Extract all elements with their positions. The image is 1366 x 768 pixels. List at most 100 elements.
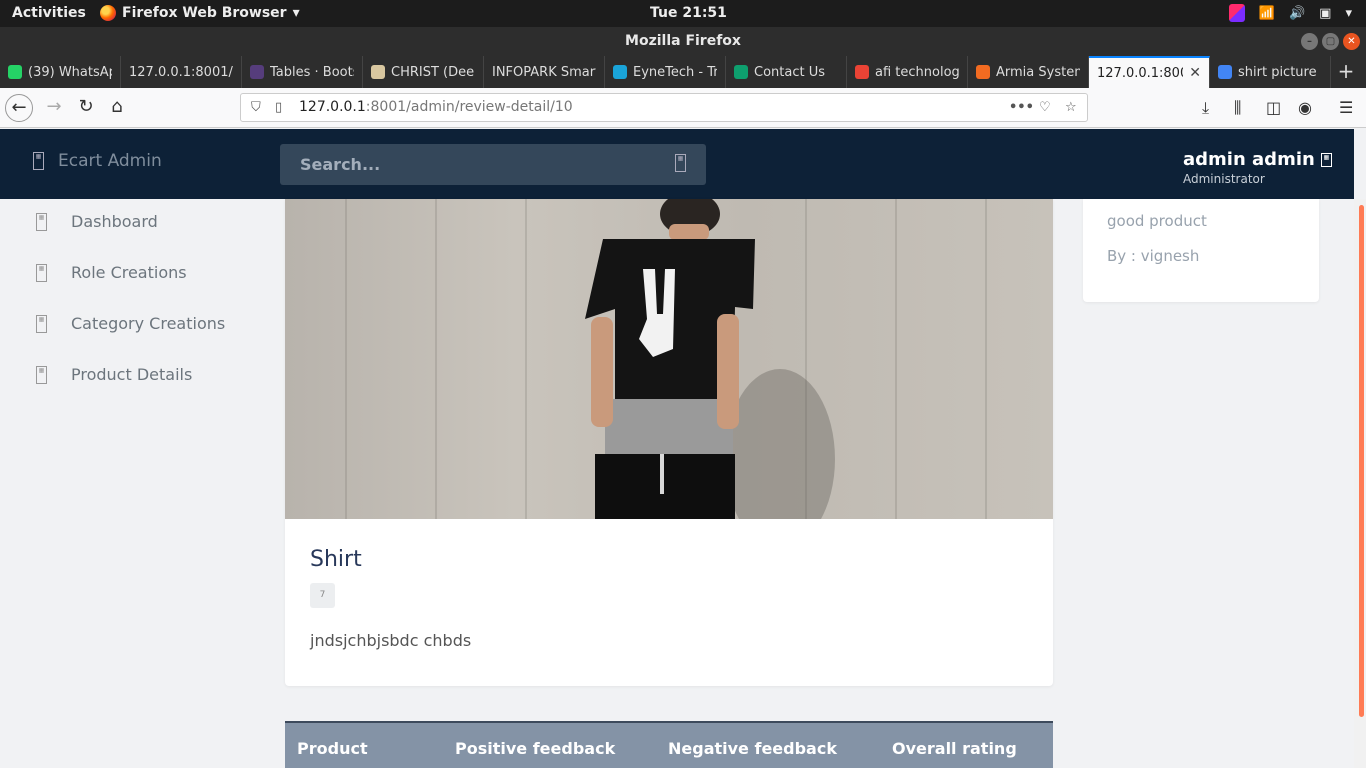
browser-tab[interactable]: Tables · Boots: [242, 56, 363, 88]
firefox-icon: [100, 5, 116, 21]
tab-title: EyneTech - Tr: [633, 64, 717, 80]
home-button[interactable]: ⌂: [103, 94, 131, 122]
tab-title: INFOPARK Smart: [492, 64, 596, 80]
column-header-product: Product: [297, 739, 368, 758]
close-window-button[interactable]: ✕: [1343, 33, 1360, 50]
sidebar-item-label: Dashboard: [71, 212, 158, 231]
brand[interactable]: ▦ Ecart Admin: [33, 151, 162, 171]
tab-favicon-icon: [734, 65, 748, 79]
tab-title: 127.0.0.1:8001/a: [129, 64, 233, 80]
role-icon: ▦: [36, 263, 47, 282]
app-header: ▦ Ecart Admin Search... ▦ admin admin ▦ A…: [0, 129, 1354, 199]
tab-favicon-icon: [250, 65, 264, 79]
dashboard-icon: ▦: [36, 212, 47, 231]
category-icon: ▦: [36, 314, 47, 333]
sidebar-item-category-creations[interactable]: ▦ Category Creations: [36, 314, 225, 333]
maximize-button[interactable]: ▢: [1322, 33, 1339, 50]
tab-title: (39) WhatsAp: [28, 64, 112, 80]
clock[interactable]: Tue 21:51: [650, 5, 727, 21]
tab-title: CHRIST (Deem: [391, 64, 475, 80]
user-role: Administrator: [1183, 172, 1265, 186]
user-name: admin admin: [1183, 149, 1315, 170]
tab-favicon-icon: [855, 65, 869, 79]
app-menu-label: Firefox Web Browser: [122, 5, 287, 21]
product-description: jndsjchbjsbdc chbds: [310, 631, 472, 650]
user-dropdown-icon[interactable]: ▦: [1320, 152, 1332, 167]
account-icon[interactable]: ◉: [1298, 98, 1312, 117]
sidebar: ▦ Dashboard ▦ Role Creations ▦ Category …: [0, 199, 270, 768]
tab-title: Tables · Boots: [270, 64, 354, 80]
tab-favicon-icon: [371, 65, 385, 79]
brand-logo-icon: ▦: [33, 152, 44, 170]
tracking-shield-icon[interactable]: ⛉: [251, 94, 261, 121]
browser-tab[interactable]: Contact Us: [726, 56, 847, 88]
column-header-positive-feedback: Positive feedback: [455, 739, 616, 758]
pocket-icon[interactable]: ♡: [1039, 94, 1051, 121]
scrollbar-thumb[interactable]: [1359, 205, 1364, 717]
browser-tab[interactable]: CHRIST (Deem: [363, 56, 484, 88]
library-icon[interactable]: ⫼: [1234, 98, 1241, 118]
browser-tab[interactable]: 127.0.0.1:8001/a: [121, 56, 242, 88]
system-top-bar: Activities Firefox Web Browser ▾ Tue 21:…: [0, 0, 1366, 27]
product-image: [285, 199, 1053, 519]
brand-label: Ecart Admin: [58, 151, 162, 171]
sidebar-item-label: Product Details: [71, 365, 193, 384]
app-indicator-icon[interactable]: [1228, 4, 1245, 22]
search-placeholder: Search...: [300, 155, 381, 174]
window-title: Mozilla Firefox: [625, 33, 741, 49]
product-icon: ▦: [36, 365, 47, 384]
sidebar-item-dashboard[interactable]: ▦ Dashboard: [36, 212, 158, 231]
product-title: Shirt: [310, 547, 362, 572]
forward-button[interactable]: →: [40, 94, 68, 122]
back-button[interactable]: ←: [5, 94, 33, 122]
chevron-down-icon: ▾: [292, 5, 300, 21]
review-author: By : vignesh: [1107, 247, 1200, 265]
bookmark-star-icon[interactable]: ☆: [1065, 94, 1077, 121]
tab-title: 127.0.0.1:800: [1097, 65, 1184, 81]
model-figure-illustration: [585, 199, 835, 519]
volume-icon: 🔊: [1288, 5, 1306, 21]
url-path: :8001/admin/review-detail/10: [365, 99, 573, 115]
sidebar-item-product-details[interactable]: ▦ Product Details: [36, 365, 192, 384]
page-actions-icon[interactable]: •••: [1009, 94, 1034, 121]
product-card: Shirt 7 jndsjchbjsbdc chbds: [285, 199, 1053, 686]
user-menu[interactable]: admin admin ▦ Administrator: [1183, 149, 1332, 186]
tab-favicon-icon: [976, 65, 990, 79]
activities-button[interactable]: Activities: [12, 5, 86, 21]
wifi-icon: 📶: [1258, 5, 1275, 21]
product-count-badge: 7: [310, 583, 335, 608]
navigation-toolbar: ← → ↻ ⌂ ⛉ ▯ 127.0.0.1:8001/admin/review-…: [0, 88, 1366, 128]
browser-tab[interactable]: afi technolog: [847, 56, 968, 88]
browser-tab[interactable]: EyneTech - Tr: [605, 56, 726, 88]
column-header-overall-rating: Overall rating: [892, 739, 1017, 758]
app-menu[interactable]: Firefox Web Browser ▾: [100, 5, 300, 21]
reload-button[interactable]: ↻: [72, 94, 100, 122]
tab-strip: (39) WhatsAp 127.0.0.1:8001/a Tables · Boo…: [0, 56, 1366, 88]
downloads-icon[interactable]: ⤓: [1202, 98, 1209, 118]
minimize-button[interactable]: –: [1301, 33, 1318, 50]
sidebar-item-role-creations[interactable]: ▦ Role Creations: [36, 263, 187, 282]
url-host: 127.0.0.1: [299, 99, 366, 115]
search-icon[interactable]: ▦: [675, 154, 686, 172]
browser-tab[interactable]: INFOPARK Smart: [484, 56, 605, 88]
window-titlebar: Mozilla Firefox – ▢ ✕: [0, 27, 1366, 56]
browser-tab[interactable]: (39) WhatsAp: [0, 56, 121, 88]
chevron-down-icon: ▾: [1345, 5, 1352, 21]
tab-title: shirt picture: [1238, 64, 1317, 80]
new-tab-button[interactable]: +: [1334, 56, 1358, 88]
sidebar-item-label: Role Creations: [71, 263, 187, 282]
sidebar-toggle-icon[interactable]: ◫: [1266, 98, 1281, 117]
menu-icon[interactable]: ☰: [1339, 98, 1353, 117]
page-info-icon[interactable]: ▯: [275, 94, 282, 121]
address-bar[interactable]: ⛉ ▯ 127.0.0.1:8001/admin/review-detail/1…: [240, 93, 1088, 122]
search-input[interactable]: Search... ▦: [280, 144, 706, 185]
feedback-table-header: Product Positive feedback Negative feedb…: [285, 721, 1053, 768]
close-tab-icon[interactable]: ✕: [1189, 65, 1201, 81]
page-scrollbar[interactable]: [1354, 199, 1366, 768]
browser-tab[interactable]: Armia System: [968, 56, 1089, 88]
system-tray[interactable]: 📶 🔊 ▣ ▾: [1228, 4, 1352, 22]
tab-title: Armia System: [996, 64, 1080, 80]
tab-title: afi technolog: [875, 64, 959, 80]
browser-tab[interactable]: shirt picture: [1210, 56, 1331, 88]
browser-tab[interactable]: 127.0.0.1:800 ✕: [1089, 56, 1210, 88]
